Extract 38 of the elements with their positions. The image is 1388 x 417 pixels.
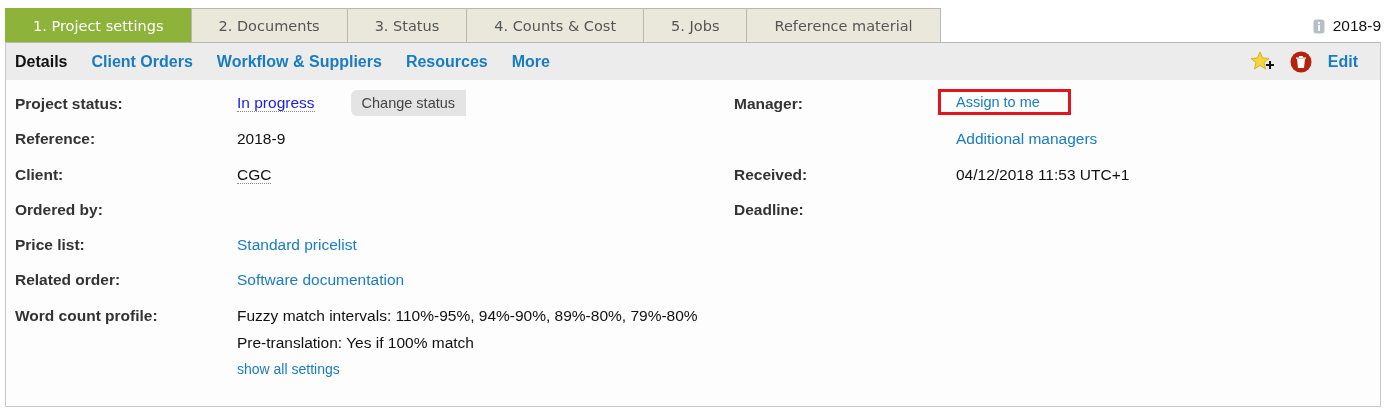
tab[interactable]: 3. Status — [346, 8, 468, 42]
field-value: Fuzzy match intervals: 110%-95%, 94%-90%, 89%-80%, 79%-80% — [237, 306, 698, 325]
field-label: Price list: — [15, 236, 85, 254]
add-favorite-icon[interactable] — [1249, 50, 1274, 73]
field-label: Project status: — [15, 95, 123, 112]
tab[interactable]: Reference material — [746, 8, 941, 42]
field-value: CGC — [237, 165, 272, 184]
subnav-link[interactable]: Client Orders — [91, 52, 193, 71]
field-label: Deadline: — [734, 200, 804, 218]
tab[interactable]: 5. Jobs — [643, 8, 748, 42]
field-label: Ordered by: — [15, 200, 103, 218]
edit-link[interactable]: Edit — [1327, 52, 1358, 71]
field-link[interactable]: Software documentation — [237, 271, 405, 290]
field-label: Manager: — [734, 95, 803, 112]
field-label: Reference: — [15, 130, 96, 148]
field-label: Received: — [734, 165, 808, 183]
tab[interactable]: 2. Documents — [190, 8, 348, 42]
field-value: 04/12/2018 11:53 UTC+1 — [956, 165, 1130, 184]
project-id: 2018-9 — [1332, 17, 1381, 35]
field-link[interactable]: Standard pricelist — [237, 236, 357, 255]
field-link[interactable]: Additional managers — [956, 130, 1098, 149]
status-link[interactable]: In progress — [237, 95, 315, 112]
subnav-link[interactable]: More — [511, 52, 550, 71]
assign-link[interactable]: Assign to me — [938, 89, 1071, 115]
field-label: Client: — [15, 165, 64, 183]
tab[interactable]: 1. Project settings — [5, 8, 192, 42]
info-icon — [1312, 18, 1325, 34]
tab[interactable]: 4. Counts & Cost — [466, 8, 645, 42]
field-label: Related order: — [15, 271, 121, 289]
field-value: 2018-9 — [237, 130, 286, 149]
field-value: Pre-translation: Yes if 100% match — [237, 333, 474, 352]
subnav-link[interactable]: Workflow & Suppliers — [216, 52, 382, 71]
delete-icon[interactable] — [1289, 50, 1312, 73]
settings-link[interactable]: show all settings — [237, 360, 340, 377]
subnav-link[interactable]: Details — [15, 52, 68, 71]
field-label: Word count profile: — [15, 306, 158, 324]
change-status-button[interactable]: Change status — [350, 90, 467, 116]
subnav-link[interactable]: Resources — [405, 52, 488, 71]
